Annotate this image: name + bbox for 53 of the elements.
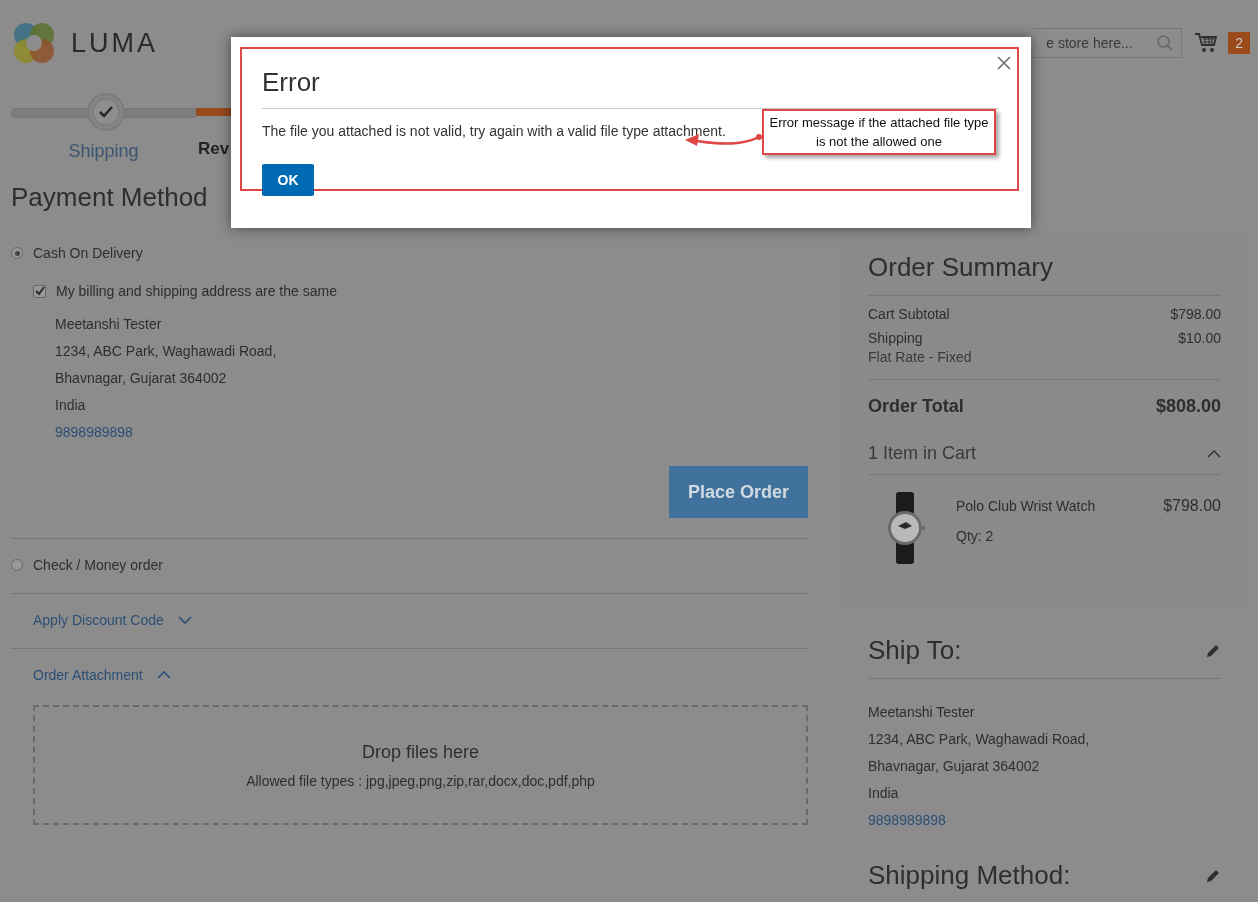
error-message: The file you attached is not valid, try again with a valid file type attachment. [262,123,726,139]
search-field[interactable]: e store here... [1032,28,1183,58]
checkbox-label[interactable]: My billing and shipping address are the same [56,283,337,299]
address-line: India [868,784,900,803]
cart-icon[interactable] [1194,32,1219,54]
summary-value: $798.00 [1170,306,1221,322]
step-label[interactable]: Shipping [11,141,196,162]
pencil-icon[interactable] [1205,642,1221,659]
pencil-icon[interactable] [1205,867,1221,884]
summary-label: Cart Subtotal [868,306,950,322]
cart-count-badge[interactable]: 2 [1228,32,1250,54]
product-qty: Qty: 2 [956,528,995,544]
summary-label: Shipping [868,330,924,346]
address-line: Bhavnagar, Gujarat 364002 [868,757,1041,776]
method-label[interactable]: Check / Money order [33,557,163,573]
product-price: $798.00 [1163,496,1221,516]
summary-title: Order Summary [868,252,1054,283]
logo-text[interactable]: LUMA [71,27,158,59]
method-label[interactable]: Cash On Delivery [33,245,143,261]
address-line: 1234, ABC Park, Waghawadi Road, [55,342,278,361]
total-value: $808.00 [1155,396,1221,417]
discount-toggle[interactable]: Apply Discount Code [33,612,164,628]
chevron-icon[interactable] [156,670,171,680]
shipping-method-title: Shipping Method: [868,860,1071,891]
logo-icon [11,20,57,66]
chevron-icon[interactable] [177,615,192,625]
phone-link[interactable]: 9898989898 [868,807,1221,834]
allowed-types-text: Allowed file types : jpg,jpeg,png,zip,rar,docx,doc,pdf,php [246,772,595,789]
radio-button[interactable] [11,559,23,571]
section-title: Payment Method [11,182,209,213]
items-toggle[interactable]: 1 Item in Cart [868,443,977,464]
ship-to-title: Ship To: [868,635,962,666]
drop-zone[interactable]: Drop files here Allowed file types : jpg,jpeg,png,zip,rar,docx,doc,pdf,php [33,705,808,825]
attachment-toggle[interactable]: Order Attachment [33,667,143,683]
drop-title: Drop files here [361,741,480,763]
place-order-button[interactable]: Place Order [668,466,808,518]
summary-sublabel: Flat Rate - Fixed [868,349,972,365]
address-line: 1234, ABC Park, Waghawadi Road, [868,730,1091,749]
dialog-title: Error [262,67,321,98]
address-line: Meetanshi Tester [55,315,163,334]
close-icon[interactable] [997,56,1011,70]
phone-link[interactable]: 9898989898 [55,419,808,446]
radio-button[interactable] [11,247,23,259]
annotation-callout: Error message if the attached file type is not the allowed one [762,109,996,155]
address-line: Meetanshi Tester [868,703,976,722]
address-line: India [55,396,87,415]
chevron-icon[interactable] [1207,448,1221,459]
total-label: Order Total [868,396,964,417]
address-line: Bhavnagar, Gujarat 364002 [55,369,228,388]
product-name[interactable]: Polo Club Wrist Watch [956,498,1151,514]
checkbox[interactable] [33,284,46,298]
ok-button[interactable]: OK [262,164,314,196]
summary-value: $10.00 [1178,330,1221,346]
